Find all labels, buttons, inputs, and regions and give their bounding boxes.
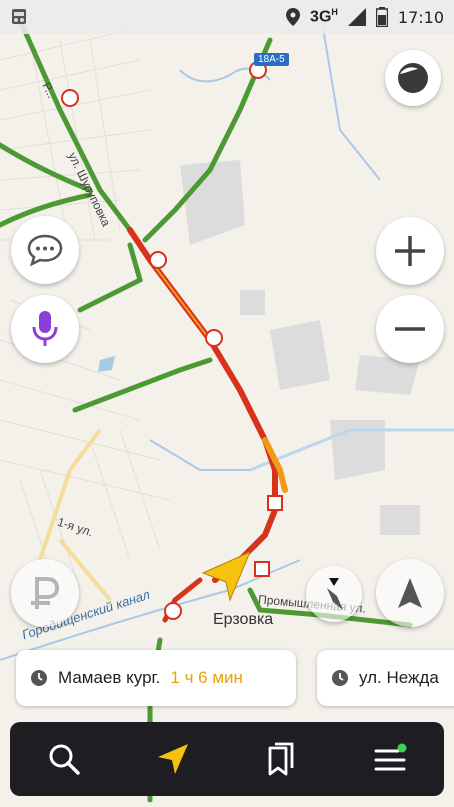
search-button[interactable] [34, 729, 94, 789]
parking-button[interactable] [11, 559, 79, 627]
chat-bubble-icon [27, 234, 63, 267]
location-pin-icon [286, 8, 301, 26]
route-chip-nezhda[interactable]: ул. Нежда [317, 650, 454, 706]
compass-icon [327, 578, 343, 610]
route-destination: ул. Нежда [359, 668, 439, 687]
battery-icon [375, 7, 388, 27]
zoom-in-button[interactable] [376, 217, 444, 285]
bookmarks-icon [268, 742, 294, 776]
signal-icon [347, 8, 366, 26]
zoom-out-button[interactable] [376, 295, 444, 363]
route-shield: 18А-5 [254, 53, 289, 66]
route-duration: 1 ч 6 мин [170, 668, 243, 687]
place-label: Ерзовка [213, 611, 274, 628]
bottom-navigation-bar [10, 722, 444, 796]
layers-icon [398, 63, 428, 93]
navigation-arrow-icon [398, 578, 422, 608]
clock-icon [332, 670, 348, 686]
microphone-icon [32, 311, 58, 346]
route-chip-mamaev[interactable]: Мамаев кург. 1 ч 6 мин [16, 650, 296, 706]
menu-button[interactable] [360, 729, 420, 789]
clock: 17:10 [397, 7, 444, 27]
navigate-button[interactable] [376, 559, 444, 627]
parking-icon [31, 577, 60, 609]
search-icon [49, 744, 80, 775]
minus-icon [395, 327, 425, 331]
voice-search-button[interactable] [11, 295, 79, 363]
route-destination: Мамаев кург. [58, 668, 161, 687]
navigator-button[interactable] [143, 729, 203, 789]
chat-button[interactable] [11, 216, 79, 284]
layers-button[interactable] [385, 50, 441, 106]
clock-icon [31, 670, 47, 686]
status-bar: 3GH 17:10 [0, 0, 454, 34]
app-notification-icon [12, 9, 26, 24]
network-indicator: 3GH [310, 7, 338, 26]
bookmarks-button[interactable] [251, 729, 311, 789]
menu-icon [374, 743, 407, 771]
plus-icon [395, 236, 425, 266]
compass-button[interactable] [306, 566, 362, 622]
navigation-arrow-icon [157, 744, 188, 774]
